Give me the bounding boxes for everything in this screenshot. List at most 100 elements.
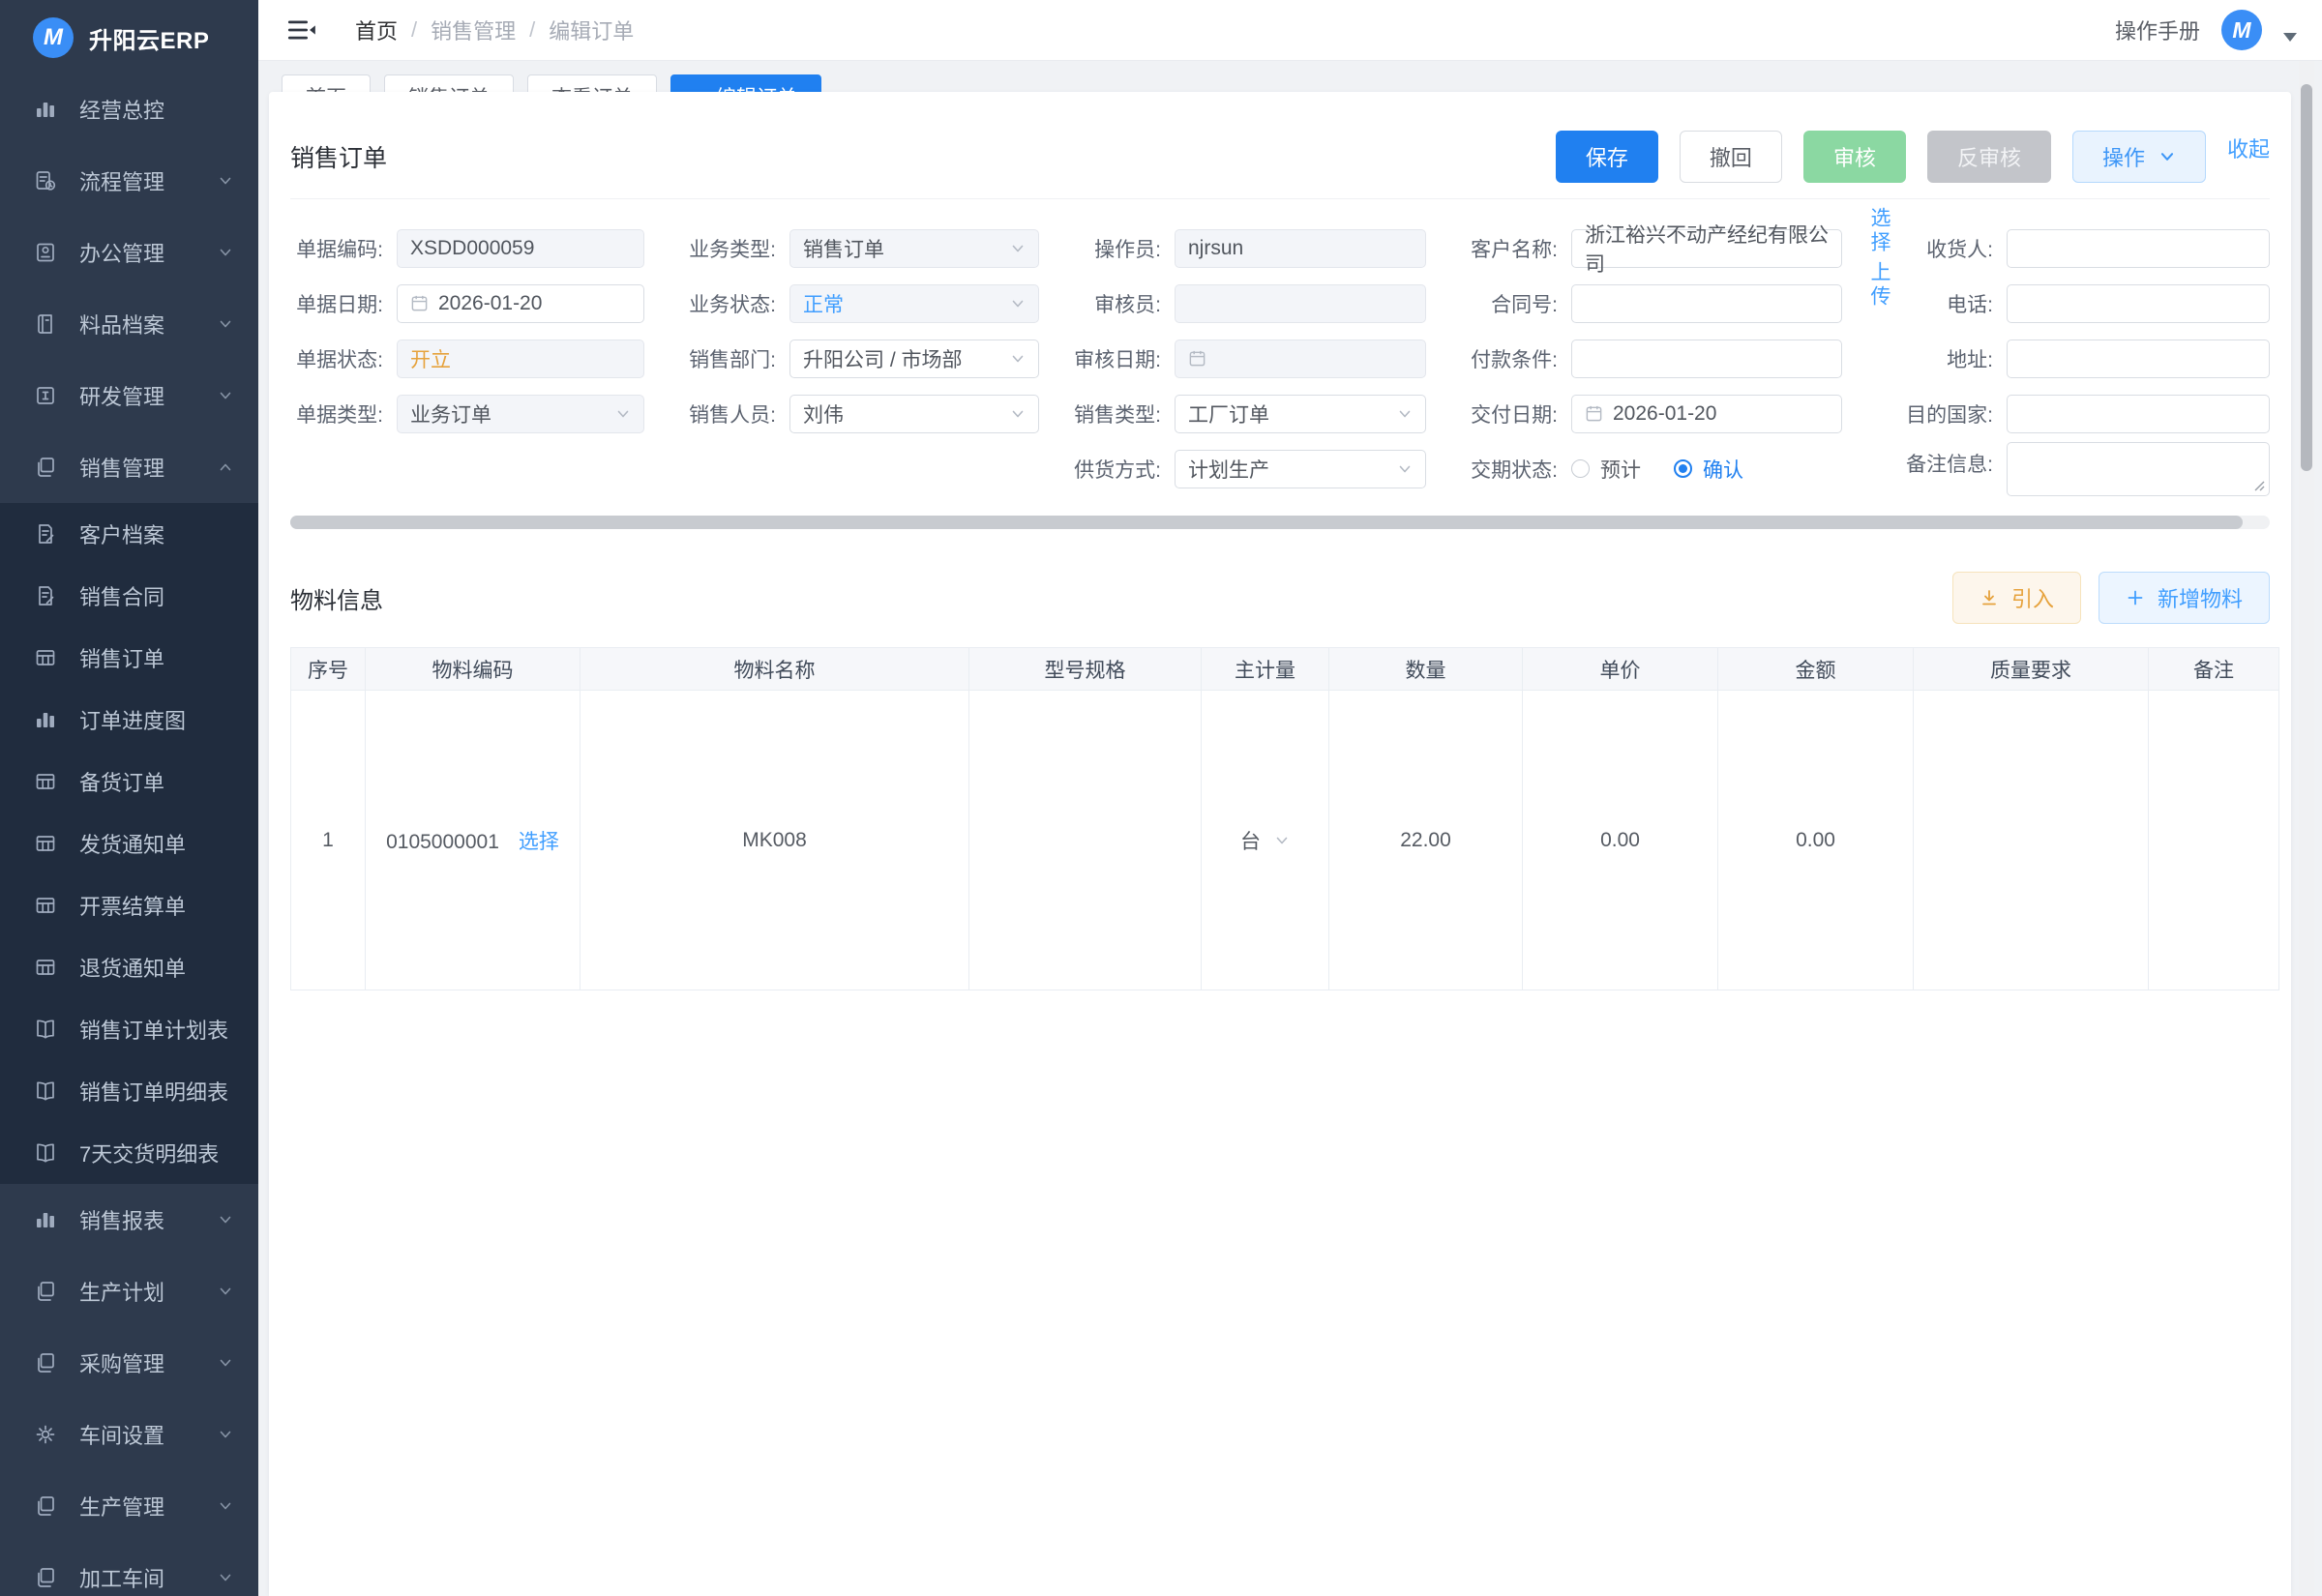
horizontal-scrollbar[interactable] xyxy=(290,516,2270,529)
phone-input[interactable] xyxy=(2007,284,2270,323)
pages-icon xyxy=(33,1350,58,1375)
sidebar-item[interactable]: 生产管理 xyxy=(0,1470,258,1542)
sidebar-subitem[interactable]: 销售订单 xyxy=(0,627,258,689)
customer-input[interactable]: 浙江裕兴不动产经纪有限公司 xyxy=(1571,229,1842,268)
sidebar-submenu-sales: 客户档案 销售合同 销售订单 订单进度图 xyxy=(0,503,258,1184)
sidebar-item[interactable]: 车间设置 xyxy=(0,1399,258,1470)
biz-type-field: 业务类型: 销售订单 xyxy=(670,221,1064,276)
sidebar-subitem[interactable]: 销售订单计划表 xyxy=(0,998,258,1060)
sidebar-subitem[interactable]: 订单进度图 xyxy=(0,689,258,751)
breadcrumb-home[interactable]: 首页 xyxy=(355,15,398,45)
radio-estimated[interactable]: 预计 xyxy=(1571,455,1641,484)
unaudit-button: 反审核 xyxy=(1927,131,2051,183)
operations-dropdown-button[interactable]: 操作 xyxy=(2072,131,2206,183)
grid-icon xyxy=(33,769,58,794)
save-button[interactable]: 保存 xyxy=(1556,131,1658,183)
contract-no-field: 合同号: xyxy=(1451,276,1885,331)
sidebar-item[interactable]: 经营总控 xyxy=(0,74,258,145)
doc-type-field: 单据类型: 业务订单 xyxy=(290,386,670,441)
sidebar-item[interactable]: 销售管理 xyxy=(0,431,258,503)
materials-title: 物料信息 xyxy=(290,581,383,615)
column-header: 物料名称 xyxy=(580,648,969,691)
remark-textarea[interactable] xyxy=(2007,442,2270,496)
sidebar-item[interactable]: 生产计划 xyxy=(0,1256,258,1327)
collapse-panel-link[interactable]: 收起 xyxy=(2227,133,2270,163)
grid-icon xyxy=(33,645,58,670)
payment-terms-input[interactable] xyxy=(1571,340,1842,378)
sales-person-select[interactable]: 刘伟 xyxy=(789,395,1039,433)
remark-field: 备注信息: xyxy=(1885,441,2270,496)
sidebar-item[interactable]: 办公管理 xyxy=(0,217,258,288)
cell-remark xyxy=(2149,691,2279,990)
sidebar-item[interactable]: 销售报表 xyxy=(0,1184,258,1256)
biz-type-select: 销售订单 xyxy=(789,229,1039,268)
grid-icon xyxy=(33,955,58,980)
import-button[interactable]: 引入 xyxy=(1952,572,2081,624)
materials-table: 序号物料编码物料名称型号规格主计量数量单价金额质量要求备注 1 01050000… xyxy=(290,647,2279,990)
sidebar-subitem[interactable]: 销售订单明细表 xyxy=(0,1060,258,1122)
unit-select[interactable]: 台 xyxy=(1240,826,1290,855)
doc-code-field: 单据编码: XSDD000059 xyxy=(290,221,670,276)
consignee-input[interactable] xyxy=(2007,229,2270,268)
sidebar-subitem[interactable]: 退货通知单 xyxy=(0,936,258,998)
sales-order-panel: 销售订单 保存 撤回 审核 反审核 操作 收起 单据编码: XSD xyxy=(269,92,2291,1596)
column-header: 质量要求 xyxy=(1914,648,2149,691)
column-header: 物料编码 xyxy=(366,648,580,691)
audit-date-input xyxy=(1175,340,1426,378)
breadcrumb: 首页 / 销售管理 / 编辑订单 xyxy=(355,15,634,45)
delivery-date-input[interactable]: 2026-01-20 xyxy=(1571,395,1842,433)
dest-country-input[interactable] xyxy=(2007,395,2270,433)
user-avatar[interactable]: M xyxy=(2221,10,2262,50)
sidebar-item[interactable]: 研发管理 xyxy=(0,360,258,431)
operator-input: njrsun xyxy=(1175,229,1426,268)
column-header: 主计量 xyxy=(1202,648,1329,691)
file-edit-icon xyxy=(33,583,58,608)
panel-actions: 保存 撤回 审核 反审核 操作 收起 xyxy=(1556,131,2270,183)
sidebar-item[interactable]: 流程管理 xyxy=(0,145,258,217)
sales-dept-select[interactable]: 升阳公司 / 市场部 xyxy=(789,340,1039,378)
sales-type-select[interactable]: 工厂订单 xyxy=(1175,395,1426,433)
sidebar-subitem[interactable]: 开票结算单 xyxy=(0,874,258,936)
sidebar-subitem[interactable]: 备货订单 xyxy=(0,751,258,813)
contract-no-input[interactable] xyxy=(1571,284,1842,323)
sidebar: M 升阳云ERP 经营总控 流程管理 xyxy=(0,0,258,1596)
horizontal-scrollbar-thumb[interactable] xyxy=(290,516,2243,529)
main-area: 首页 / 销售管理 / 编辑订单 操作手册 M 首页 xyxy=(258,0,2322,1596)
vertical-scrollbar-thumb[interactable] xyxy=(2301,84,2312,471)
sidebar-fold-icon[interactable] xyxy=(287,17,316,43)
select-material-link[interactable]: 选择 xyxy=(519,831,559,853)
calendar-icon xyxy=(1188,349,1206,368)
chevron-down-icon xyxy=(218,1355,233,1371)
sidebar-subitem[interactable]: 发货通知单 xyxy=(0,813,258,874)
doc-date-input[interactable]: 2026-01-20 xyxy=(397,284,644,323)
user-menu-caret-icon[interactable] xyxy=(2283,33,2297,42)
sidebar-item[interactable]: 加工车间 xyxy=(0,1542,258,1596)
bar-chart-icon xyxy=(33,97,58,122)
customer-links: 选择 上传 xyxy=(1865,207,1892,315)
calendar-icon xyxy=(1585,404,1603,423)
chevron-down-icon xyxy=(218,1498,233,1514)
address-input[interactable] xyxy=(2007,340,2270,378)
chevron-down-icon xyxy=(218,388,233,403)
sidebar-item[interactable]: 采购管理 xyxy=(0,1327,258,1399)
upload-link[interactable]: 上传 xyxy=(1865,261,1892,310)
resize-grip-icon[interactable] xyxy=(2253,480,2265,491)
sidebar-item[interactable]: 料品档案 xyxy=(0,288,258,360)
sidebar-subitem[interactable]: 客户档案 xyxy=(0,503,258,565)
cell-price: 0.00 xyxy=(1523,691,1718,990)
withdraw-button[interactable]: 撤回 xyxy=(1680,131,1782,183)
sidebar-subitem[interactable]: 销售合同 xyxy=(0,565,258,627)
chevron-down-icon xyxy=(1010,406,1026,422)
vertical-scrollbar[interactable] xyxy=(2299,61,2314,1596)
app-title: 升阳云ERP xyxy=(89,21,209,55)
add-material-button[interactable]: 新增物料 xyxy=(2099,572,2270,624)
cell-code: 0105000001选择 xyxy=(366,691,580,990)
radio-circle-icon xyxy=(1674,459,1692,478)
supply-mode-select[interactable]: 计划生产 xyxy=(1175,450,1426,488)
radio-confirmed[interactable]: 确认 xyxy=(1674,455,1743,484)
manual-link[interactable]: 操作手册 xyxy=(2115,15,2200,45)
chevron-down-icon xyxy=(1010,296,1026,311)
sidebar-subitem[interactable]: 7天交货明细表 xyxy=(0,1122,258,1184)
logo-icon: M xyxy=(33,17,74,58)
select-customer-link[interactable]: 选择 xyxy=(1865,207,1892,255)
